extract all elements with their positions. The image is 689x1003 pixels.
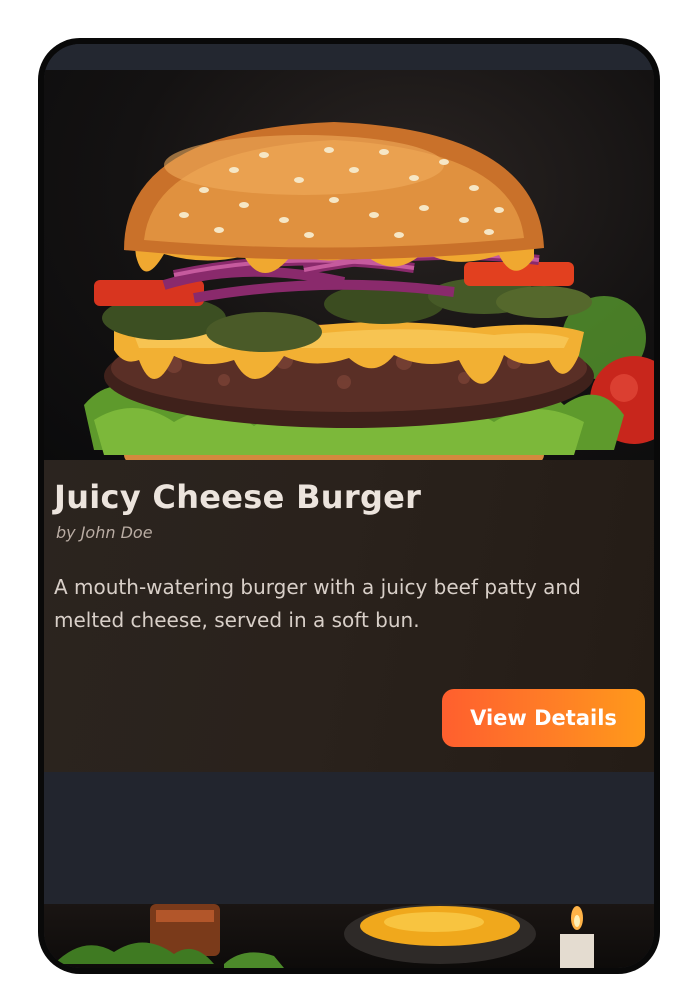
phone-frame: Juicy Cheese Burger by John Doe A mouth-… [38, 38, 660, 974]
recipe-card-body: Juicy Cheese Burger by John Doe A mouth-… [44, 460, 654, 772]
next-recipe-image[interactable] [44, 904, 654, 968]
recipe-author: by John Doe [56, 523, 153, 542]
burger-illustration [84, 122, 654, 460]
recipe-description: A mouth-watering burger with a juicy bee… [54, 575, 581, 632]
app-screen: Juicy Cheese Burger by John Doe A mouth-… [44, 44, 654, 968]
top-bar [44, 44, 654, 70]
recipe-title: Juicy Cheese Burger [54, 478, 422, 516]
view-details-button[interactable]: View Details [442, 689, 645, 747]
food-spread-illustration [54, 904, 594, 968]
recipe-image [44, 70, 654, 460]
card-spacer [44, 772, 654, 904]
